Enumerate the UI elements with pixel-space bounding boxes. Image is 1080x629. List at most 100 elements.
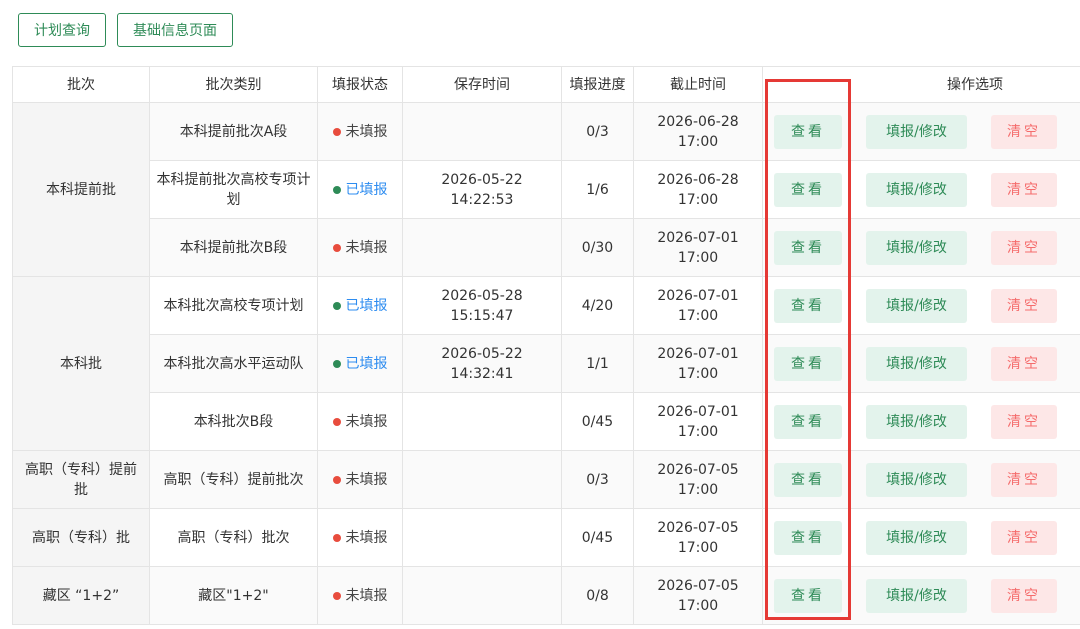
edit-button[interactable]: 填报/修改 xyxy=(866,230,967,265)
clear-button[interactable]: 清空 xyxy=(991,288,1057,323)
progress-cell: 0/3 xyxy=(561,102,634,161)
clear-button[interactable]: 清空 xyxy=(991,404,1057,439)
deadline-clock: 17:00 xyxy=(677,249,719,266)
basic-info-button[interactable]: 基础信息页面 xyxy=(117,13,233,47)
table-row: 本科批次高水平运动队 已填报 2026-05-22 14:32:41 1/1 2026-0… xyxy=(13,334,1080,393)
status-badge: 已填报 xyxy=(332,296,388,316)
view-button[interactable]: 查看 xyxy=(774,230,842,265)
category-cell: 本科提前批次A段 xyxy=(149,102,318,161)
status-cell: 未填报 xyxy=(317,566,403,625)
save-clock: 15:15:47 xyxy=(450,307,514,324)
status-cell: 已填报 xyxy=(317,334,403,393)
clear-button[interactable]: 清空 xyxy=(991,230,1057,265)
deadline-cell: 2026-06-28 17:00 xyxy=(633,102,763,161)
progress-cell: 1/1 xyxy=(561,334,634,393)
table-row: 高职（专科）批 高职（专科）批次 未填报 0/45 2026-07-05 17:00 查看填… xyxy=(12,508,1080,567)
save-time-cell xyxy=(402,392,562,451)
view-button[interactable]: 查看 xyxy=(774,172,842,207)
deadline-cell: 2026-07-01 17:00 xyxy=(633,334,763,393)
deadline-clock: 17:00 xyxy=(677,365,719,382)
status-dot-icon xyxy=(332,127,341,136)
status-dot-icon xyxy=(332,417,341,426)
view-button[interactable]: 查看 xyxy=(774,114,842,149)
plan-query-button[interactable]: 计划查询 xyxy=(18,13,106,47)
view-button[interactable]: 查看 xyxy=(774,578,842,613)
deadline-date: 2026-06-28 xyxy=(657,113,739,130)
view-button[interactable]: 查看 xyxy=(774,404,842,439)
clear-button[interactable]: 清空 xyxy=(991,520,1057,555)
header-deadline: 截止时间 xyxy=(633,66,763,103)
edit-button[interactable]: 填报/修改 xyxy=(866,578,967,613)
status-dot-icon xyxy=(332,359,341,368)
progress-cell: 1/6 xyxy=(561,160,634,219)
status-badge: 已填报 xyxy=(332,180,388,200)
edit-button[interactable]: 填报/修改 xyxy=(866,520,967,555)
category-cell: 本科批次B段 xyxy=(149,392,318,451)
deadline-clock: 17:00 xyxy=(677,423,719,440)
edit-button[interactable]: 填报/修改 xyxy=(866,462,967,497)
actions-cell: 查看 填报/修改 清空 xyxy=(762,276,1080,335)
view-button[interactable]: 查看 xyxy=(774,346,842,381)
save-time-cell xyxy=(402,102,562,161)
actions-cell: 查看 填报/修改 清空 xyxy=(762,160,1080,219)
save-time-cell xyxy=(402,566,562,625)
view-button[interactable]: 查看 xyxy=(774,462,842,497)
deadline-date: 2026-07-05 xyxy=(657,461,739,478)
deadline-cell: 2026-07-05 17:00 xyxy=(633,508,763,567)
save-time-cell xyxy=(402,450,562,509)
deadline-clock: 17:00 xyxy=(677,539,719,556)
deadline-cell: 2026-07-01 17:00 xyxy=(633,392,763,451)
clear-button[interactable]: 清空 xyxy=(991,462,1057,497)
deadline-date: 2026-07-01 xyxy=(657,287,739,304)
actions-cell: 查看 填报/修改 清空 xyxy=(762,218,1080,277)
actions-cell: 查看 填报/修改 清空 xyxy=(762,566,1080,625)
header-save-time: 保存时间 xyxy=(402,66,562,103)
progress-cell: 0/45 xyxy=(561,392,634,451)
progress-cell: 4/20 xyxy=(561,276,634,335)
deadline-date: 2026-07-01 xyxy=(657,403,739,420)
status-cell: 未填报 xyxy=(317,218,403,277)
batch-cell: 本科批 xyxy=(12,276,150,451)
save-time-cell xyxy=(402,218,562,277)
clear-button[interactable]: 清空 xyxy=(991,578,1057,613)
status-badge: 未填报 xyxy=(332,122,388,142)
clear-button[interactable]: 清空 xyxy=(991,346,1057,381)
edit-button[interactable]: 填报/修改 xyxy=(866,346,967,381)
status-text: 未填报 xyxy=(345,471,388,488)
batch-cell: 藏区 “1+2” xyxy=(12,566,150,625)
save-time-cell xyxy=(402,508,562,567)
status-dot-icon xyxy=(332,301,341,310)
progress-cell: 0/30 xyxy=(561,218,634,277)
table-row: 本科批 本科批次高校专项计划 已填报 2026-05-28 15:15:47 4/20 20… xyxy=(12,276,1080,451)
table-row: 本科批次B段 未填报 0/45 2026-07-01 17:00 查看 填报/修改 清空 xyxy=(13,392,1080,451)
edit-button[interactable]: 填报/修改 xyxy=(866,288,967,323)
status-badge: 未填报 xyxy=(332,586,388,606)
deadline-date: 2026-07-01 xyxy=(657,229,739,246)
edit-button[interactable]: 填报/修改 xyxy=(866,404,967,439)
deadline-clock: 17:00 xyxy=(677,191,719,208)
progress-cell: 0/3 xyxy=(561,450,634,509)
status-text: 未填报 xyxy=(345,413,388,430)
category-cell: 本科提前批次高校专项计划 xyxy=(149,160,318,219)
view-button[interactable]: 查看 xyxy=(774,288,842,323)
status-text: 未填报 xyxy=(345,529,388,546)
table-header-row: 批次 批次类别 填报状态 保存时间 填报进度 截止时间 操作选项 xyxy=(12,66,1080,103)
clear-button[interactable]: 清空 xyxy=(991,172,1057,207)
actions-cell: 查看 填报/修改 清空 xyxy=(762,102,1080,161)
header-operations: 操作选项 xyxy=(762,66,1080,103)
status-dot-icon xyxy=(332,533,341,542)
status-text: 未填报 xyxy=(345,239,388,256)
deadline-clock: 17:00 xyxy=(677,481,719,498)
status-badge: 已填报 xyxy=(332,354,388,374)
edit-button[interactable]: 填报/修改 xyxy=(866,172,967,207)
deadline-date: 2026-07-05 xyxy=(657,519,739,536)
save-time-cell: 2026-05-22 14:32:41 xyxy=(402,334,562,393)
save-date: 2026-05-22 xyxy=(441,171,523,188)
deadline-date: 2026-07-01 xyxy=(657,345,739,362)
edit-button[interactable]: 填报/修改 xyxy=(866,114,967,149)
header-progress: 填报进度 xyxy=(561,66,634,103)
toolbar: 计划查询 基础信息页面 xyxy=(18,13,233,47)
view-button[interactable]: 查看 xyxy=(774,520,842,555)
clear-button[interactable]: 清空 xyxy=(991,114,1057,149)
status-text: 已填报 xyxy=(345,297,388,314)
